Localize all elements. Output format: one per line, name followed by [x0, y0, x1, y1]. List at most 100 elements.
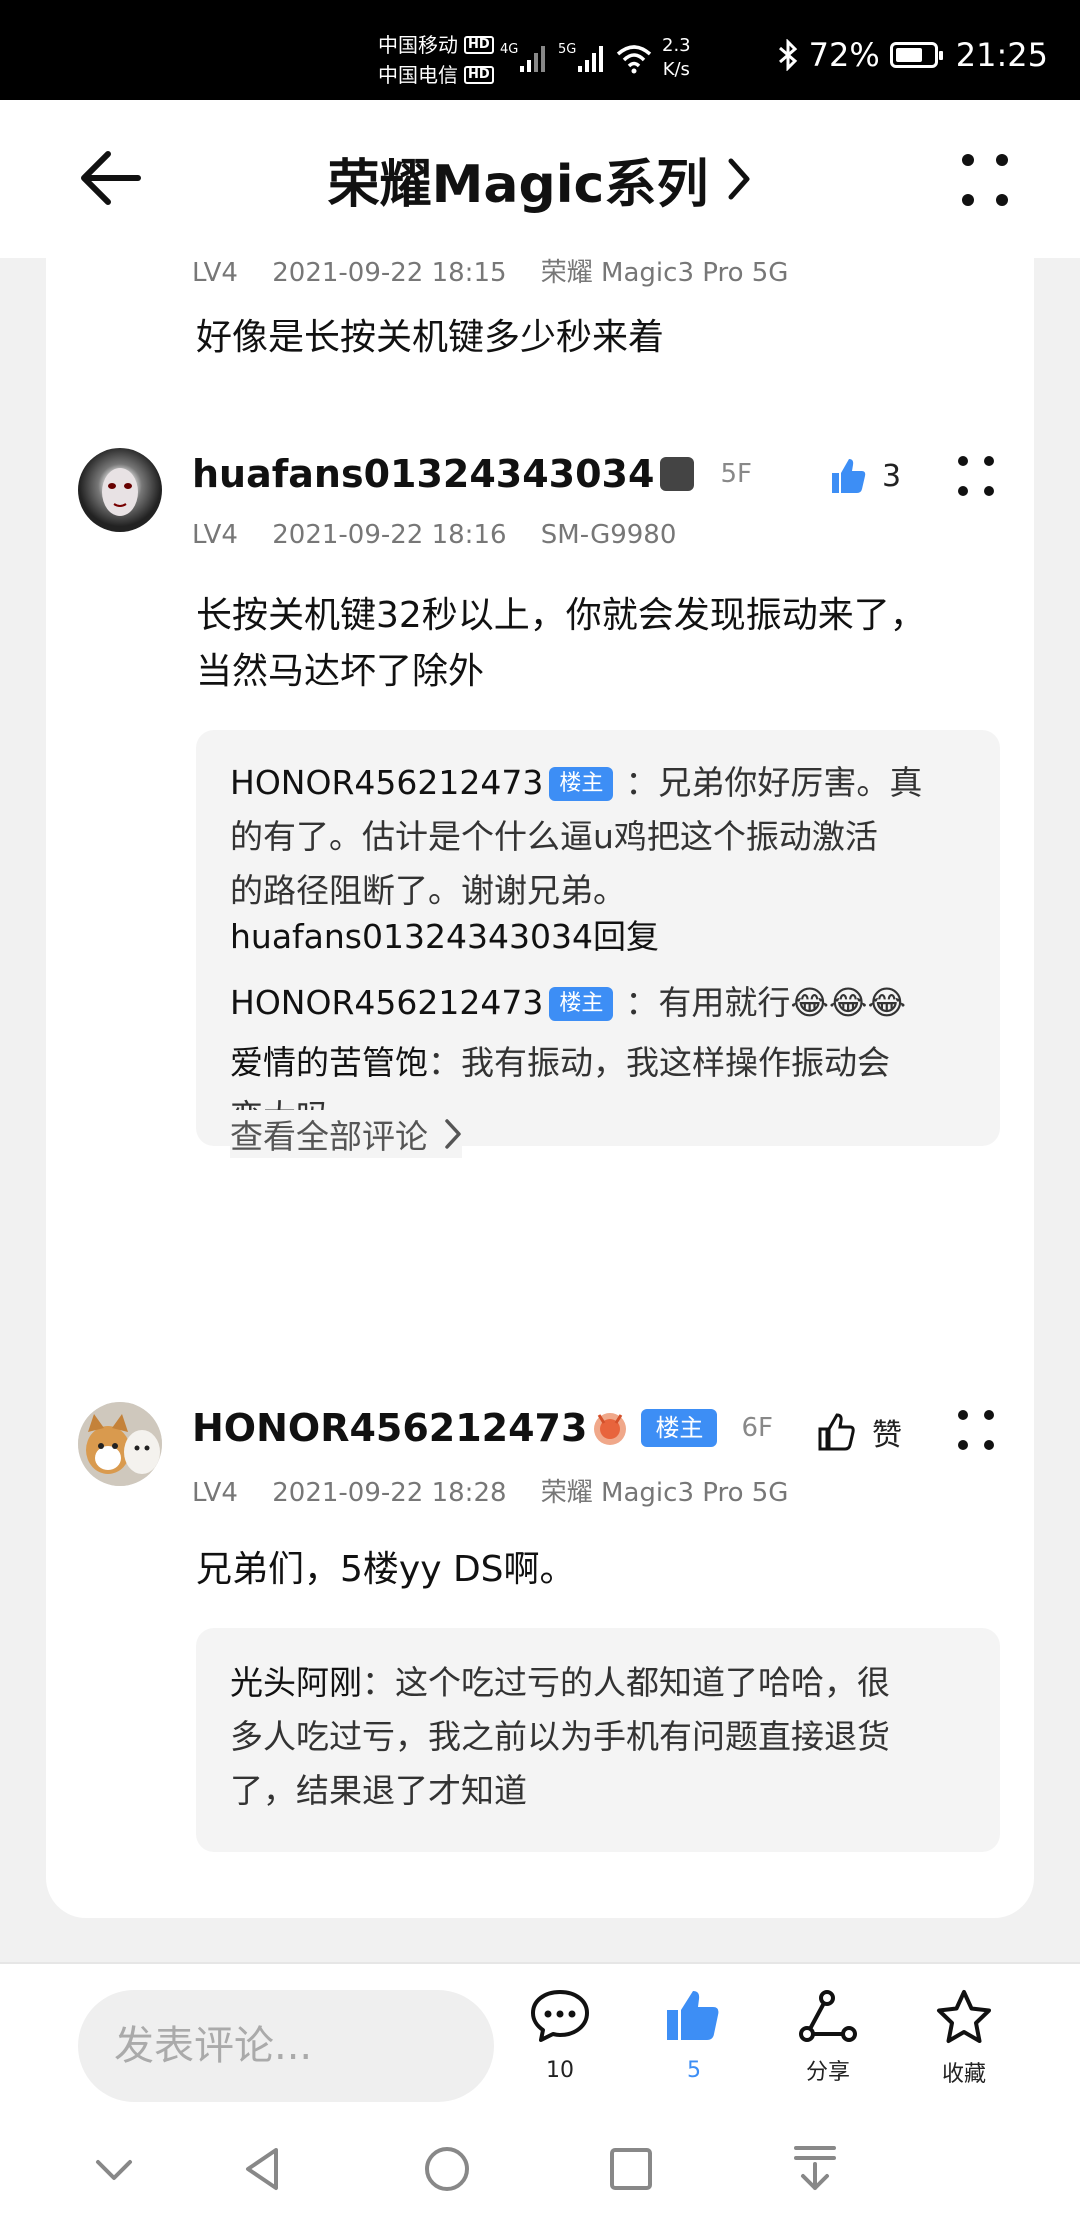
battery-level — [895, 48, 922, 62]
post-content: 兄弟们，5楼yy DS啊。 — [196, 1549, 576, 1590]
post-content-line: 长按关机键32秒以上，你就会发现振动来了， — [196, 595, 926, 636]
wifi-icon — [616, 45, 652, 74]
view-all-comments-link[interactable]: 查看全部评论 — [230, 1110, 462, 1158]
floor-number: 6F — [741, 1413, 773, 1443]
post-header: HONOR456212473 楼主 6F — [192, 1406, 773, 1450]
signal-4g-label: 4G — [500, 42, 519, 57]
forum-title[interactable]: 荣耀Magic系列 — [328, 142, 753, 217]
favorite-button[interactable]: 收藏 — [904, 1988, 1024, 2088]
reply-item[interactable]: HONOR456212473 楼主 ：兄弟你好厉害。真 的有了。估计是个什么逼u鸡把… — [230, 756, 980, 918]
username[interactable]: HONOR456212473 — [192, 1406, 587, 1450]
avatar-dogs-image — [78, 1402, 162, 1486]
avatar-face-image — [102, 468, 138, 516]
bluetooth-icon — [778, 39, 797, 71]
bottom-action-bar: 发表评论... 10 5 分享 收藏 — [0, 1962, 1080, 2122]
speed-value: 2.3 — [662, 35, 691, 56]
back-triangle-icon[interactable] — [240, 2144, 284, 2194]
user-level: LV4 — [192, 520, 238, 550]
battery-percent: 72% — [808, 36, 880, 74]
chevron-right-icon — [445, 1119, 461, 1149]
reply-item[interactable]: huafans01324343034回复 HONOR456212473 楼主 ：有用… — [230, 912, 980, 1028]
top-app-bar: 荣耀Magic系列 — [0, 100, 1080, 258]
reply-text: ：有用就行😂😂😂 — [625, 983, 907, 1022]
thumbs-up-filled-icon — [667, 1991, 719, 2040]
carrier-1: 中国移动 — [378, 33, 458, 57]
post-more-icon[interactable] — [956, 454, 996, 498]
post-more-icon[interactable] — [956, 1408, 996, 1452]
more-options-icon[interactable] — [960, 152, 1010, 208]
post-meta: LV4 2021-09-22 18:28 荣耀 Magic3 Pro 5G — [192, 1472, 814, 1509]
network-speed: 2.3 K/s — [662, 34, 691, 82]
like-button[interactable]: 赞 — [816, 1410, 902, 1454]
op-badge: 楼主 — [549, 987, 614, 1021]
post-datetime: 2021-09-22 18:16 — [272, 520, 507, 550]
username[interactable]: huafans01324343034 — [192, 452, 654, 496]
reply-item[interactable]: 光头阿刚：这个吃过亏的人都知道了哈哈，很 多人吃过亏，我之前以为手机有问题直接退… — [230, 1656, 980, 1818]
chevron-right-icon — [728, 158, 750, 200]
share-button[interactable]: 分享 — [768, 1988, 888, 2086]
like-count: 3 — [882, 458, 902, 494]
share-icon — [799, 1990, 857, 2042]
share-label: 分享 — [805, 2060, 850, 2085]
reply-author[interactable]: HONOR456212473 — [230, 983, 543, 1022]
reply-author[interactable]: 爱情的苦管饱 — [230, 1043, 428, 1082]
reply-text: ：我有振动，我这样操作振动会 — [428, 1043, 890, 1082]
post-device: SM-G9980 — [540, 520, 677, 550]
post-content: 长按关机键32秒以上，你就会发现振动来了， 当然马达坏了除外 — [196, 588, 996, 700]
star-icon — [937, 1990, 991, 2043]
signal-icon — [520, 46, 545, 72]
post-datetime: 2021-09-22 18:15 — [272, 258, 507, 288]
reply-text: ：这个吃过亏的人都知道了哈哈，很 — [362, 1663, 890, 1702]
back-arrow-icon[interactable] — [76, 148, 146, 208]
chevron-down-icon[interactable] — [92, 2148, 136, 2192]
comment-input[interactable]: 发表评论... — [78, 1990, 494, 2102]
user-level: LV4 — [192, 1478, 238, 1508]
user-level: LV4 — [192, 258, 238, 288]
post-device: 荣耀 Magic3 Pro 5G — [540, 258, 789, 288]
view-all-text: 查看全部评论 — [230, 1117, 428, 1156]
comment-bubble-icon — [531, 1990, 589, 2042]
comments-card: LV4 2021-09-22 18:15 荣耀 Magic3 Pro 5G 好像… — [46, 258, 1034, 1918]
like-post-button[interactable]: 5 — [634, 1988, 754, 2083]
post-meta: LV4 2021-09-22 18:16 SM-G9980 — [192, 520, 702, 550]
replies-box: 光头阿刚：这个吃过亏的人都知道了哈哈，很 多人吃过亏，我之前以为手机有问题直接退… — [196, 1628, 1000, 1852]
post-content: 好像是长按关机键多少秒来着 — [196, 317, 665, 358]
clock: 21:25 — [955, 36, 1048, 74]
status-bar: 中国移动 HD 中国电信 HD 4G 5G 2.3 K/s 72% 21:25 — [0, 0, 1080, 100]
avatar[interactable] — [78, 448, 162, 532]
post-meta: LV4 2021-09-22 18:15 荣耀 Magic3 Pro 5G — [192, 252, 814, 289]
post-device: 荣耀 Magic3 Pro 5G — [540, 1478, 789, 1508]
like-label: 赞 — [872, 1418, 902, 1453]
reply-author[interactable]: 光头阿刚 — [230, 1663, 362, 1702]
like-button[interactable]: 3 — [828, 456, 901, 496]
user-medal-icon — [660, 457, 695, 491]
post-header: huafans01324343034 5F — [192, 452, 752, 496]
hd-badge: HD — [464, 66, 494, 84]
comments-button[interactable]: 10 — [500, 1988, 620, 2083]
reply-text: 多人吃过亏，我之前以为手机有问题直接退货 — [230, 1717, 890, 1756]
notification-pull-down-icon[interactable] — [792, 2142, 838, 2194]
avatar[interactable] — [78, 1402, 162, 1486]
op-badge: 楼主 — [641, 1409, 718, 1447]
favorite-label: 收藏 — [941, 2062, 986, 2087]
reply-text: 了，结果退了才知道 — [230, 1771, 527, 1810]
reply-text: 的有了。估计是个什么逼u鸡把这个振动激活 — [230, 817, 878, 856]
home-circle-icon[interactable] — [422, 2144, 472, 2194]
post-datetime: 2021-09-22 18:28 — [272, 1478, 507, 1508]
recents-square-icon[interactable] — [608, 2146, 654, 2192]
reply-author[interactable]: HONOR456212473 — [230, 763, 543, 802]
speed-unit: K/s — [662, 59, 690, 80]
user-medal-icon — [594, 1413, 627, 1445]
forum-title-text: 荣耀Magic系列 — [327, 154, 709, 215]
floor-number: 5F — [720, 459, 752, 489]
reply-author[interactable]: huafans01324343034回复 — [230, 912, 980, 962]
hd-badge: HD — [464, 36, 494, 54]
signal-5g-label: 5G — [558, 42, 577, 57]
like-count: 5 — [687, 2058, 701, 2083]
reply-text: 的路径阻断了。谢谢兄弟。 — [230, 871, 626, 910]
battery-icon — [889, 42, 943, 68]
post-content-line: 当然马达坏了除外 — [196, 651, 485, 692]
reply-text: ：兄弟你好厉害。真 — [625, 763, 923, 802]
thumbs-up-outline-icon — [818, 1413, 855, 1451]
system-navigation-bar — [0, 2122, 1080, 2228]
